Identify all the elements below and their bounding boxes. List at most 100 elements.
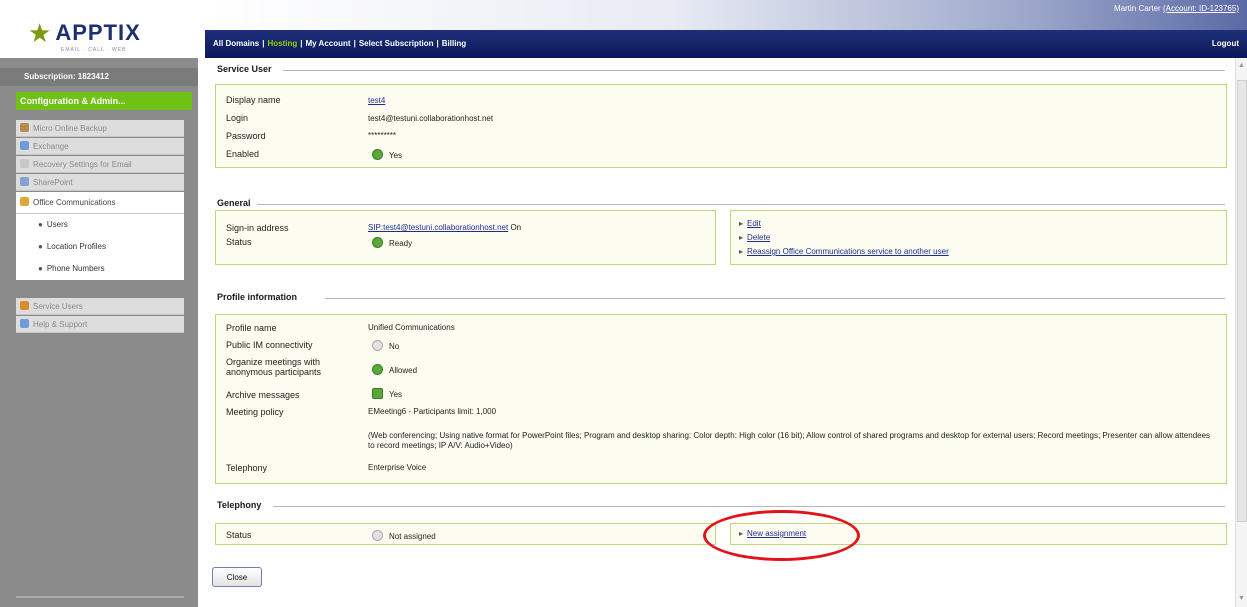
subscription-title: Subscription: 1823412 — [0, 68, 198, 86]
action-edit[interactable]: ▸ Edit — [739, 219, 761, 228]
scroll-thumb[interactable] — [1237, 80, 1247, 522]
nav-separator: | — [353, 39, 356, 48]
profile-name-label: Profile name — [226, 323, 277, 333]
sidebar-item-sharepoint[interactable]: SharePoint — [16, 174, 184, 191]
meeting-policy-details: (Web conferencing; Using native format f… — [368, 431, 1211, 450]
service-user-box: Display name test4 Login test4@testuni.c… — [215, 84, 1227, 168]
check-icon — [372, 149, 383, 160]
scroll-up-icon[interactable]: ▲ — [1238, 62, 1245, 69]
nav-my-account[interactable]: My Account — [306, 39, 351, 48]
apptix-logo[interactable]: ★ APPTIX EMAIL · CALL · WEB — [28, 18, 141, 53]
sidebar-item-help-support[interactable]: Help & Support — [16, 316, 184, 333]
status-label: Status — [226, 237, 252, 247]
user-name: Martin Carter — [1114, 4, 1161, 13]
archive-messages-label: Archive messages — [226, 390, 300, 400]
nav-billing[interactable]: Billing — [442, 39, 466, 48]
archive-messages-value: Yes — [372, 388, 402, 399]
service-user-title: Service User — [217, 64, 272, 74]
nav-separator: | — [262, 39, 265, 48]
telephony-label: Telephony — [226, 463, 268, 473]
sidebar-item-online-backup[interactable]: Micro Online Backup — [16, 120, 184, 137]
profile-title: Profile information — [217, 292, 298, 302]
help-icon — [20, 319, 29, 328]
nav-separator: | — [300, 39, 303, 48]
display-name-link[interactable]: test4 — [368, 96, 385, 105]
bullet-icon: ● — [38, 264, 43, 273]
nav-all-domains[interactable]: All Domains — [213, 39, 259, 48]
action-new-assignment[interactable]: ▸ New assignment — [739, 529, 806, 538]
backup-icon — [20, 123, 29, 132]
action-delete[interactable]: ▸ Delete — [739, 233, 770, 242]
telephony-value: Enterprise Voice — [368, 463, 427, 472]
account-link[interactable]: (Account: ID-123765) — [1163, 4, 1239, 13]
sign-in-label: Sign-in address — [226, 223, 289, 233]
sidebar-subitem-location-profiles[interactable]: ● Location Profiles — [16, 236, 184, 258]
not-assigned-icon — [372, 530, 383, 541]
sidebar-item-service-users[interactable]: Service Users — [16, 298, 184, 315]
close-button[interactable]: Close — [212, 567, 262, 587]
allowed-icon — [372, 364, 383, 375]
sharepoint-icon — [20, 177, 29, 186]
user-info: Martin Carter (Account: ID-123765) — [1114, 4, 1239, 13]
sign-in-suffix: On — [510, 223, 522, 232]
profile-name-value: Unified Communications — [368, 323, 455, 332]
sidebar-item-recovery[interactable]: Recovery Settings for Email — [16, 156, 184, 173]
public-im-label: Public IM connectivity — [226, 340, 313, 350]
general-title: General — [217, 198, 251, 208]
organize-meetings-value: Allowed — [372, 364, 417, 375]
recovery-icon — [20, 159, 29, 168]
sidebar-subitem-label: Users — [46, 220, 68, 229]
user-strip: Martin Carter (Account: ID-123765) — [205, 0, 1247, 30]
edit-link[interactable]: Edit — [747, 219, 761, 228]
section-rule — [257, 204, 1225, 205]
logout-link[interactable]: Logout — [1212, 39, 1239, 48]
status-value: Ready — [372, 237, 412, 248]
scroll-down-icon[interactable]: ▼ — [1238, 595, 1245, 602]
sign-in-link[interactable]: SIP:test4@testuni.collaborationhost.net — [368, 223, 508, 232]
public-im-text: No — [389, 342, 400, 351]
brand-name: APPTIX — [55, 20, 141, 45]
bullet-icon: ▸ — [739, 529, 744, 538]
public-im-value: No — [372, 340, 399, 351]
sidebar-item-configuration[interactable]: Configuration & Admin... — [16, 92, 192, 110]
password-label: Password — [226, 131, 266, 141]
sidebar-item-label: Exchange — [33, 142, 69, 151]
reassign-link[interactable]: Reassign Office Communications service t… — [747, 247, 949, 256]
telephony-actions-box: ▸ New assignment — [730, 523, 1227, 545]
main-content: Service User Display name test4 Login te… — [205, 58, 1235, 607]
enabled-value: Yes — [372, 149, 402, 160]
sidebar-subitem-phone-numbers[interactable]: ● Phone Numbers — [16, 258, 184, 280]
nav-select-subscription[interactable]: Select Subscription — [359, 39, 434, 48]
sidebar-item-label: Recovery Settings for Email — [33, 160, 132, 169]
delete-link[interactable]: Delete — [747, 233, 770, 242]
disabled-icon — [372, 340, 383, 351]
meeting-policy-value: EMeeting6 - Participants limit: 1,000 — [368, 407, 497, 416]
sidebar-subitem-label: Phone Numbers — [46, 264, 105, 273]
star-logo-icon: ★ — [28, 18, 52, 48]
sign-in-value: SIP:test4@testuni.collaborationhost.net … — [368, 223, 521, 232]
nav-links: All Domains | Hosting | My Account | Select Su… — [213, 39, 466, 48]
sidebar-item-office-communications[interactable]: Office Communications — [16, 192, 184, 214]
telephony-status-label: Status — [226, 530, 252, 540]
telephony-title: Telephony — [217, 500, 262, 510]
sidebar-item-label: Service Users — [33, 302, 83, 311]
section-rule — [325, 298, 1225, 299]
bullet-icon: ● — [38, 242, 43, 251]
sidebar-item-exchange[interactable]: Exchange — [16, 138, 184, 155]
sidebar-subitem-users[interactable]: ● Users — [16, 214, 184, 236]
exchange-icon — [20, 141, 29, 150]
telephony-status-value: Not assigned — [372, 530, 436, 541]
nav-hosting[interactable]: Hosting — [267, 39, 297, 48]
telephony-status-text: Not assigned — [389, 532, 436, 541]
archive-icon — [372, 388, 383, 399]
sidebar-item-label: Help & Support — [33, 320, 88, 329]
new-assignment-link[interactable]: New assignment — [747, 529, 806, 538]
service-users-icon — [20, 301, 29, 310]
archive-messages-text: Yes — [389, 390, 403, 399]
sidebar-subitem-label: Location Profiles — [46, 242, 106, 251]
bullet-icon: ● — [38, 220, 43, 229]
section-rule — [273, 506, 1225, 507]
action-reassign[interactable]: ▸ Reassign Office Communications service … — [739, 247, 949, 256]
top-bar: ★ APPTIX EMAIL · CALL · WEB Martin Carte… — [0, 0, 1247, 58]
bullet-icon: ▸ — [739, 247, 744, 256]
